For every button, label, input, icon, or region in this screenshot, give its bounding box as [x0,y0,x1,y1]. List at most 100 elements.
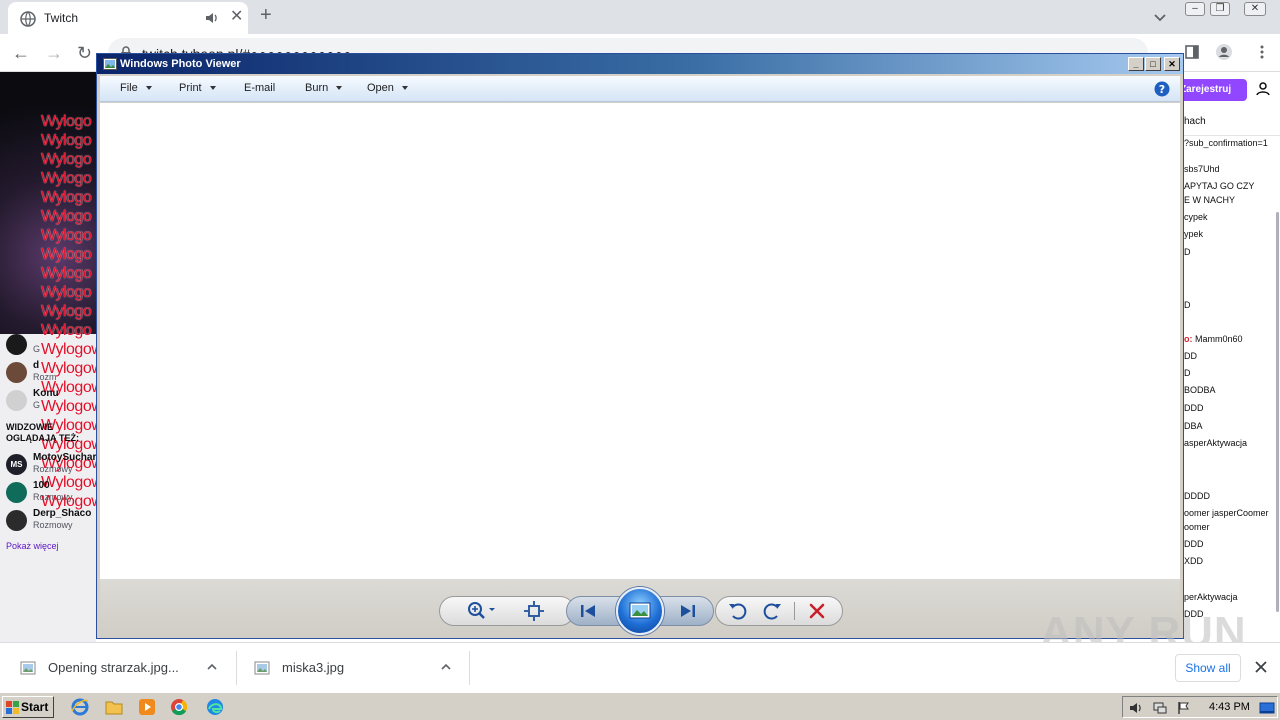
tab-close-icon[interactable]: ✕ [230,9,243,25]
pv-minimize-button[interactable]: _ [1128,57,1144,71]
menu-file[interactable]: File [120,82,152,98]
minimize-button[interactable]: – [1185,2,1205,16]
pv-maximize-button[interactable]: □ [1145,57,1161,71]
reload-button[interactable]: ↻ [77,44,92,62]
actual-size-icon[interactable] [521,598,547,624]
chevron-down-icon[interactable] [1152,9,1168,25]
show-desktop-icon[interactable] [1259,700,1275,716]
chat-message: DDDD [1184,491,1210,501]
menu-email[interactable]: E-mail [244,82,275,98]
recommended-channel[interactable]: G [6,332,96,358]
speaker-icon[interactable] [204,10,220,26]
channel-category: Rozm [33,372,57,382]
delete-icon[interactable] [804,598,830,624]
menu-kebab-icon[interactable] [1254,44,1270,60]
close-window-button[interactable]: ✕ [1244,2,1266,16]
channel-category: Rozmowy [33,520,73,530]
recommended-channel[interactable]: Konu G [6,388,96,414]
previous-icon[interactable] [575,598,601,624]
chat-message: perAktywacja [1184,592,1238,602]
chat-message: DDD [1184,539,1204,549]
chat-text: perAktywacja [1184,592,1238,602]
photo-canvas[interactable] [100,103,1180,579]
channel-category: Rozmowy [33,464,73,474]
chat-text: ypek [1184,229,1204,239]
chevron-up-icon[interactable] [440,661,452,673]
file-explorer-icon[interactable] [104,697,124,717]
flag-icon[interactable] [1176,700,1192,716]
photo-viewer-titlebar[interactable]: Windows Photo Viewer _ □ ✕ [97,54,1183,74]
photo-viewer-controls [100,579,1180,637]
chat-text: ?sub_confirmation=1 [1184,138,1268,148]
chrome-icon[interactable] [169,697,189,717]
browser-tab-twitch[interactable]: Twitch ✕ [8,2,248,34]
viewers-also-watch-heading: WIDZOWIE OGLĄDAJĄ TEŻ: [6,422,79,443]
volume-icon[interactable] [1128,700,1144,716]
chat-message: cypek [1184,212,1208,222]
chat-message: asperAktywacja [1184,438,1247,448]
chat-message: XDD [1184,556,1203,566]
chat-message: D [1184,368,1191,378]
new-tab-button[interactable]: + [260,5,272,25]
user-icon[interactable] [1256,82,1270,96]
forward-button[interactable]: → [45,44,63,62]
taskbar-clock: 4:43 PM [1209,701,1250,713]
start-label: Start [21,700,49,714]
menu-open[interactable]: Open [367,82,408,98]
chat-text: DDDD [1184,491,1210,501]
recommended-channel[interactable]: 100 Rozmowy [6,480,96,506]
menu-burn[interactable]: Burn [305,82,343,98]
chat-message: ypek [1184,229,1203,239]
chevron-up-icon[interactable] [206,661,218,673]
spam-line: Wylogo [41,208,92,225]
media-player-icon[interactable] [137,697,157,717]
twitch-left-panel: Wylogo Wylogo Wylogo Wylogo Wylogo Wylogo Wylo… [0,72,96,642]
avatar [6,334,27,355]
recommended-channel[interactable]: MS MotoySuchar Rozmowy [6,452,96,478]
spam-line: Wylogo [41,113,92,130]
start-button[interactable]: Start [2,696,54,718]
spam-line: Wylogo [41,170,92,187]
chat-scrollbar[interactable] [1276,212,1279,612]
spam-line: Wylogo [41,189,92,206]
internet-explorer-icon[interactable] [70,697,90,717]
caret-down-icon [209,86,216,91]
signup-button[interactable]: Zarejestruj się [1180,79,1247,117]
pv-close-button[interactable]: ✕ [1164,57,1180,71]
chat-message: ?sub_confirmation=1 [1184,138,1268,148]
download-item[interactable]: Opening strarzak.jpg... [0,643,236,693]
channel-name: 100 [33,480,50,491]
help-icon[interactable]: ? [1154,81,1170,97]
chat-text: Mamm0n60 [1192,334,1243,344]
zoom-icon[interactable] [464,598,500,624]
chat-username[interactable]: o: [1184,334,1193,344]
edge-icon[interactable] [205,697,225,717]
chat-title: hach [1184,116,1206,127]
show-all-button[interactable]: Show all [1175,654,1241,682]
show-more-link[interactable]: Pokaż więcej [6,541,59,551]
side-panel-icon[interactable] [1184,44,1200,60]
recommended-channel[interactable]: Derp_Shaco Rozmowy [6,508,96,534]
chat-text: cypek [1184,212,1208,222]
recommended-channel[interactable]: d Rozm [6,360,96,386]
chat-text: DDD [1184,403,1204,413]
restore-button[interactable]: ❐ [1210,2,1230,16]
photo-viewer-app-icon [103,58,117,70]
menu-print[interactable]: Print [179,82,216,98]
chat-text: oomer [1184,522,1210,532]
image-file-icon [254,661,270,675]
chat-text: asperAktywacja [1184,438,1248,448]
network-icon[interactable] [1152,700,1168,716]
globe-icon [20,11,36,27]
rotate-counterclockwise-icon[interactable] [725,598,751,624]
download-item[interactable]: miska3.jpg [234,643,470,693]
next-icon[interactable] [675,598,701,624]
slideshow-button[interactable] [616,587,664,635]
back-button[interactable]: ← [12,44,30,62]
chat-message: o: Mamm0n60 [1184,334,1243,344]
close-icon[interactable] [1254,660,1268,674]
chat-text: DBA [1184,421,1203,431]
rotate-clockwise-icon[interactable] [759,598,785,624]
channel-name: Konu [33,388,59,399]
profile-icon[interactable] [1216,44,1232,60]
